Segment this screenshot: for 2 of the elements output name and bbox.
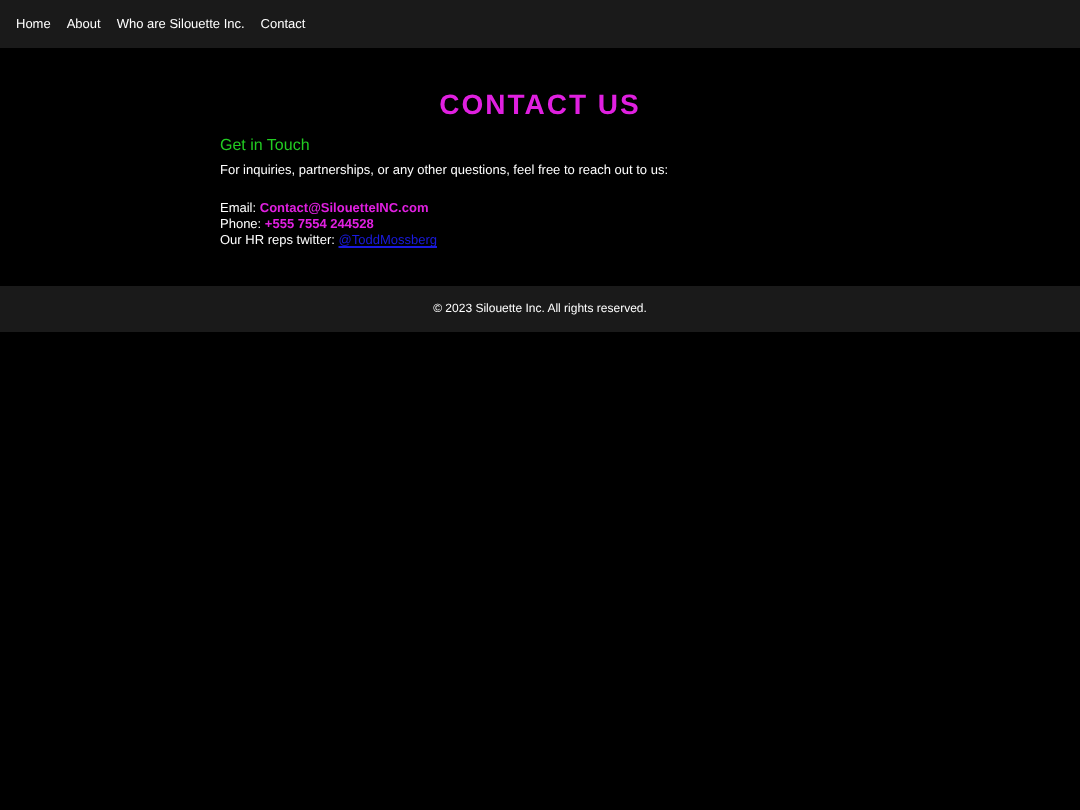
page-title: CONTACT US [437, 88, 643, 120]
section-heading: Get in Touch [220, 136, 312, 154]
